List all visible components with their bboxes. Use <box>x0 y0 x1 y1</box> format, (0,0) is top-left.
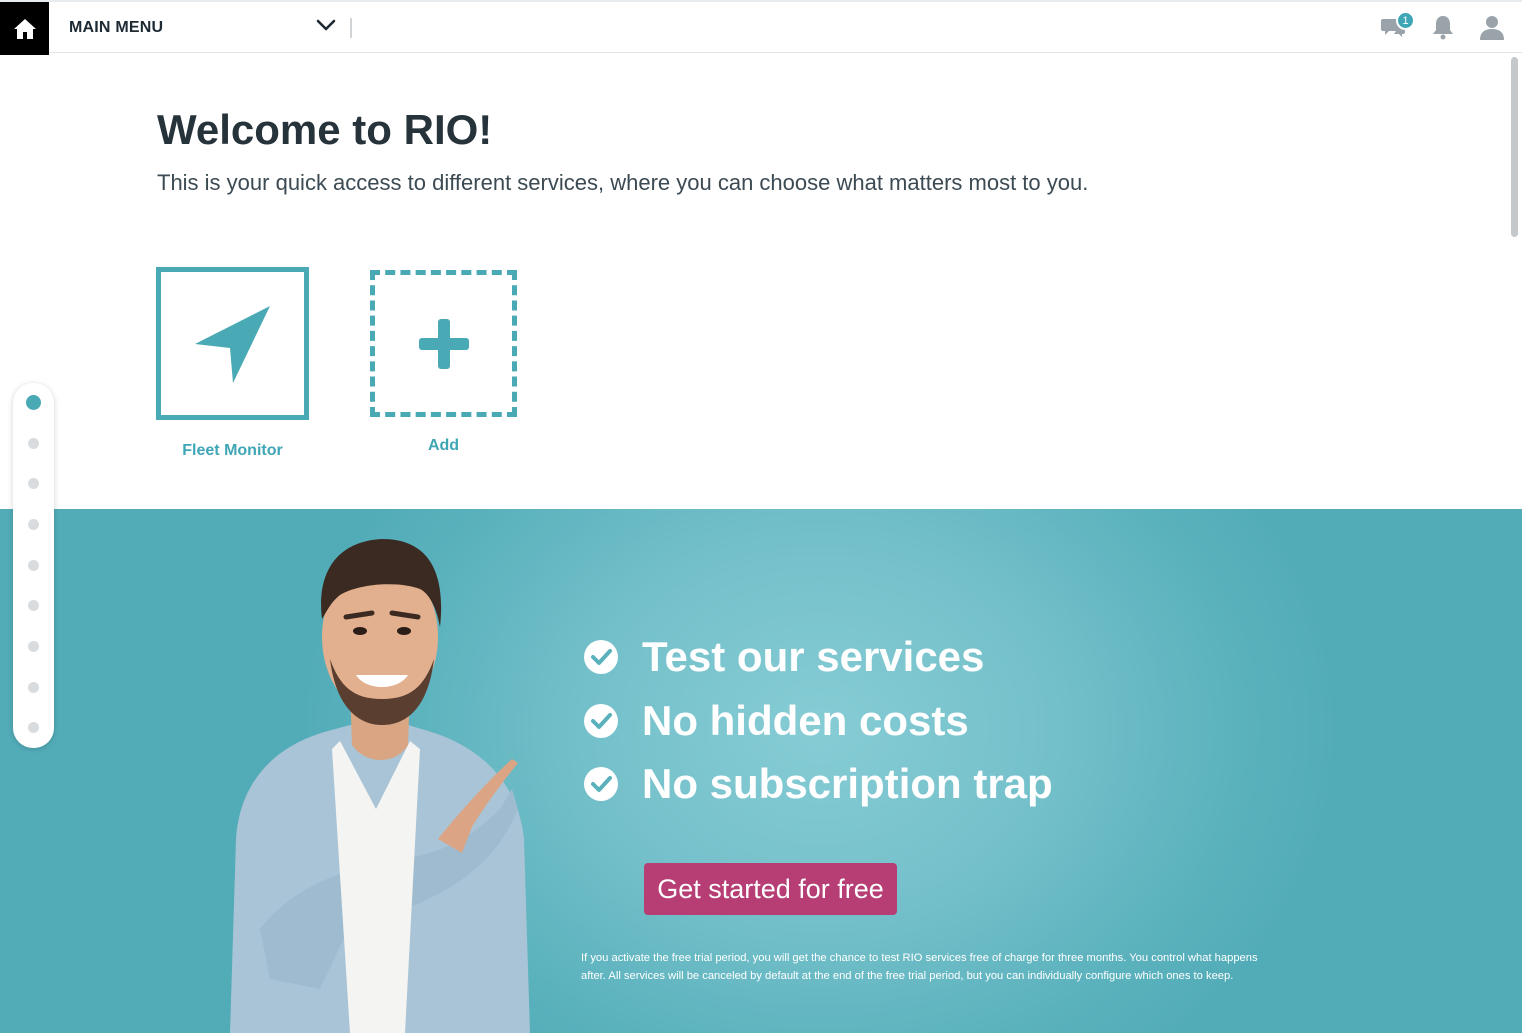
pager-dot[interactable] <box>28 478 39 489</box>
scrollbar-thumb[interactable] <box>1511 57 1518 237</box>
section-pager <box>13 383 54 748</box>
user-icon[interactable] <box>1479 14 1505 40</box>
home-icon <box>13 18 36 39</box>
benefit-text: No subscription trap <box>642 760 1053 807</box>
top-bar: MAIN MENU 1 <box>0 0 1522 55</box>
home-button[interactable] <box>0 2 49 55</box>
main-menu-dropdown[interactable]: MAIN MENU <box>49 2 349 53</box>
pager-dot[interactable] <box>28 519 39 530</box>
check-circle-icon <box>584 704 618 738</box>
page-subtitle: This is your quick access to different s… <box>157 170 1089 195</box>
plus-icon <box>418 318 469 369</box>
benefit-text: No hidden costs <box>642 697 969 744</box>
free-trial-disclaimer: If you activate the free trial period, y… <box>581 952 1258 982</box>
bell-icon[interactable] <box>1430 14 1456 40</box>
pager-dot[interactable] <box>28 560 39 571</box>
smiling-man-pointing-image <box>230 539 530 1033</box>
page-title: Welcome to RIO! <box>157 106 493 153</box>
pager-dot[interactable] <box>26 395 41 410</box>
pager-dot[interactable] <box>28 600 39 611</box>
pager-dot[interactable] <box>28 722 39 733</box>
page-scrollbar[interactable] <box>1508 54 1522 1033</box>
add-service-label[interactable]: Add <box>370 437 517 455</box>
add-service-tile[interactable] <box>370 270 517 417</box>
navigation-arrow-icon <box>194 305 270 383</box>
chevron-down-icon <box>316 19 336 31</box>
fleet-monitor-label[interactable]: Fleet Monitor <box>156 442 309 460</box>
pager-dot[interactable] <box>28 682 39 693</box>
check-circle-icon <box>584 767 618 801</box>
free-trial-promo: Test our services No hidden costs No sub… <box>0 509 1522 1033</box>
notification-badge: 1 <box>1396 11 1415 30</box>
check-circle-icon <box>584 640 618 674</box>
fleet-monitor-tile[interactable] <box>156 267 309 420</box>
benefit-text: Test our services <box>642 633 985 680</box>
pager-dot[interactable] <box>28 641 39 652</box>
benefit-item: No hidden costs <box>584 697 969 745</box>
pager-dot[interactable] <box>28 438 39 449</box>
get-started-button[interactable]: Get started for free <box>644 863 897 915</box>
main-menu-label: MAIN MENU <box>69 18 164 36</box>
menu-divider <box>350 18 352 38</box>
benefit-item: No subscription trap <box>584 760 1053 808</box>
benefit-item: Test our services <box>584 633 984 681</box>
